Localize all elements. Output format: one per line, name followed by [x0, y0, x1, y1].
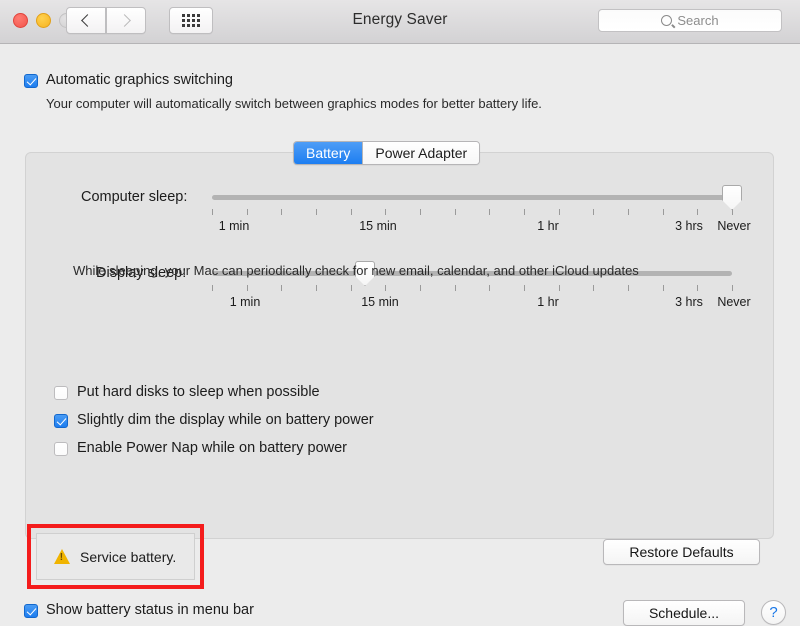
search-placeholder: Search: [677, 13, 719, 28]
display-sleep-tick-label: 3 hrs: [675, 295, 703, 309]
display-sleep-tick-label: 1 min: [229, 295, 261, 309]
computer-sleep-track[interactable]: [212, 195, 732, 200]
restore-defaults-button[interactable]: Restore Defaults: [603, 539, 760, 565]
tab-power-adapter[interactable]: Power Adapter: [362, 142, 480, 164]
slightly-dim-display-label: Slightly dim the display while on batter…: [77, 412, 374, 428]
automatic-graphics-switching-row[interactable]: Automatic graphics switching: [24, 72, 233, 89]
automatic-graphics-switching-label: Automatic graphics switching: [46, 72, 233, 88]
battery-settings-panel: Computer sleep: 1 min 15 min 1 hr 3 hrs …: [25, 152, 774, 539]
computer-sleep-tick-label: 3 hrs: [675, 219, 703, 233]
display-sleep-tick-label: 1 hr: [537, 295, 559, 309]
tab-battery[interactable]: Battery: [294, 142, 363, 164]
computer-sleep-ticks: [212, 209, 733, 215]
enable-power-nap-label: Enable Power Nap while on battery power: [77, 440, 348, 456]
enable-power-nap-row[interactable]: Enable Power Nap while on battery power: [54, 440, 374, 457]
computer-sleep-thumb[interactable]: [722, 185, 742, 210]
computer-sleep-tick-label: 1 min: [218, 219, 250, 233]
power-source-tabs: Battery Power Adapter: [293, 141, 481, 165]
computer-sleep-tick-label: Never: [717, 219, 751, 233]
put-hard-disks-to-sleep-label: Put hard disks to sleep when possible: [77, 384, 320, 400]
slightly-dim-display-row[interactable]: Slightly dim the display while on batter…: [54, 412, 374, 429]
computer-sleep-tick-label: 15 min: [359, 219, 397, 233]
computer-sleep-tick-label: 1 hr: [537, 219, 559, 233]
put-hard-disks-to-sleep-checkbox[interactable]: [54, 386, 68, 400]
search-icon: [661, 15, 673, 26]
search-input[interactable]: Search: [598, 9, 782, 32]
computer-sleep-label: Computer sleep:: [81, 189, 188, 205]
power-nap-description: While sleeping, your Mac can periodicall…: [73, 263, 639, 278]
put-hard-disks-to-sleep-row[interactable]: Put hard disks to sleep when possible: [54, 384, 374, 401]
slightly-dim-display-checkbox[interactable]: [54, 414, 68, 428]
automatic-graphics-switching-checkbox[interactable]: [24, 74, 38, 88]
show-battery-status-checkbox[interactable]: [24, 604, 38, 618]
annotation-highlight-rectangle: [27, 524, 204, 589]
preference-pane-content: Automatic graphics switching Your comput…: [0, 44, 800, 626]
display-sleep-ticks: [212, 285, 733, 291]
automatic-graphics-switching-description: Your computer will automatically switch …: [46, 96, 542, 111]
display-sleep-tick-label: 15 min: [361, 295, 399, 309]
battery-options-list: Put hard disks to sleep when possible Sl…: [54, 384, 374, 468]
show-battery-status-row[interactable]: Show battery status in menu bar: [24, 602, 254, 619]
enable-power-nap-checkbox[interactable]: [54, 442, 68, 456]
energy-saver-window: Energy Saver Search Automatic graphics s…: [0, 0, 800, 626]
display-sleep-tick-label: Never: [717, 295, 751, 309]
show-battery-status-label: Show battery status in menu bar: [46, 602, 254, 618]
window-titlebar: Energy Saver Search: [0, 0, 800, 44]
